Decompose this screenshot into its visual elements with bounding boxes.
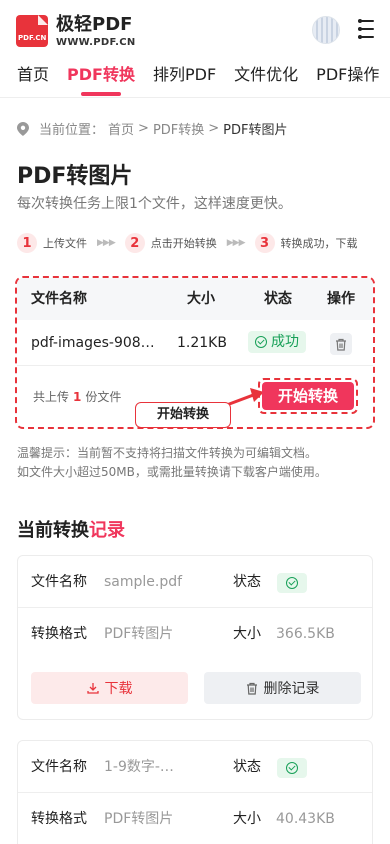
record-row: 转换格式 PDF转图片 大小 366.5KB (18, 608, 372, 660)
record-card: 文件名称 sample.pdf 状态 转换格式 PDF转图片 大小 366.5K… (17, 555, 373, 720)
check-icon (255, 336, 267, 348)
tab-arrange-pdf[interactable]: 排列PDF (153, 62, 216, 97)
col-status: 状态 (264, 291, 292, 307)
status-text: 成功 (271, 334, 299, 350)
brand-name: 极轻PDF (56, 13, 133, 35)
record-row: 文件名称 sample.pdf 状态 (18, 556, 372, 608)
col-filename: 文件名称 (31, 291, 87, 307)
breadcrumb-sep: > (138, 121, 149, 136)
status-badge: 成功 (248, 331, 306, 353)
header: PDF.CN 极轻PDF WWW.PDF.CN (0, 0, 390, 62)
label-filename: 文件名称 (31, 759, 87, 775)
label-format: 转换格式 (31, 811, 87, 827)
upload-count-prefix: 共上传 (33, 390, 70, 404)
records-title-main: 当前转换 (17, 520, 89, 541)
logo-text: PDF.CN (18, 34, 47, 42)
delete-file-button[interactable] (330, 333, 352, 355)
step-number: 2 (124, 233, 145, 253)
breadcrumb-sep: > (208, 121, 220, 136)
download-icon (86, 683, 99, 694)
trash-icon (246, 682, 257, 695)
location-pin-icon (17, 121, 29, 136)
file-table-row: pdf-images-908… 1.21KB 成功 (17, 320, 373, 366)
start-button-highlight: 开始转换 (258, 378, 358, 414)
notice-line: 温馨提示：当前暂不支持将扫描文件转换为可编辑文档。 (17, 446, 318, 460)
download-label: 下载 (104, 681, 133, 697)
file-size: 1.21KB (177, 335, 227, 351)
tab-file-optimize[interactable]: 文件优化 (234, 62, 298, 97)
breadcrumb-current: PDF转图片 (223, 123, 288, 138)
label-status: 状态 (233, 574, 261, 590)
record-format: PDF转图片 (104, 626, 174, 642)
check-icon (286, 577, 298, 589)
tab-home[interactable]: 首页 (17, 62, 49, 97)
file-table-header: 文件名称 大小 状态 操作 (17, 278, 373, 320)
label-size: 大小 (233, 626, 261, 642)
label-filename: 文件名称 (31, 574, 87, 590)
records-title-highlight: 记录 (89, 520, 125, 541)
notice: 温馨提示：当前暂不支持将扫描文件转换为可编辑文档。 如文件大小超过50MB，或需… (17, 444, 327, 482)
breadcrumb-section[interactable]: PDF转换 (153, 119, 204, 138)
records-title: 当前转换记录 (17, 516, 125, 542)
start-convert-button[interactable]: 开始转换 (262, 382, 354, 410)
tab-pdf-convert[interactable]: PDF转换 (67, 62, 135, 97)
tip-callout: 开始转换 (135, 402, 231, 428)
step-label: 上传文件 (43, 237, 87, 250)
page-subtitle: 每次转换任务上限1个文件，这样速度更快。 (17, 196, 292, 212)
download-button[interactable]: 下载 (31, 672, 188, 704)
brand-url: WWW.PDF.CN (56, 36, 136, 48)
record-size: 40.43KB (276, 811, 335, 827)
breadcrumb-home[interactable]: 首页 (108, 119, 134, 138)
label-status: 状态 (233, 759, 261, 775)
main-nav: 首页 PDF转换 排列PDF 文件优化 PDF操作 (0, 62, 390, 98)
file-name: pdf-images-908… (31, 335, 155, 351)
label-size: 大小 (233, 811, 261, 827)
trash-icon (336, 338, 346, 351)
record-size: 366.5KB (276, 626, 335, 642)
record-row: 转换格式 PDF转图片 大小 40.43KB (18, 793, 372, 844)
avatar[interactable] (312, 16, 340, 44)
steps: 1 上传文件 ▶▶▶ 2 点击开始转换 ▶▶▶ 3 转换成功，下载 (17, 233, 377, 253)
upload-panel: 文件名称 大小 状态 操作 pdf-images-908… 1.21KB 成功 … (15, 276, 375, 429)
delete-record-label: 删除记录 (263, 681, 320, 697)
status-badge (277, 573, 307, 593)
step-arrows-icon: ▶▶▶ (226, 238, 246, 248)
delete-record-button[interactable]: 删除记录 (204, 672, 361, 704)
record-format: PDF转图片 (104, 811, 174, 827)
upload-count-suffix: 份文件 (85, 390, 122, 404)
breadcrumb: 当前位置： 首页 > PDF转换 > PDF转图片 (17, 119, 292, 138)
record-filename: 1-9数字-… (104, 759, 174, 775)
notice-line: 如文件大小超过50MB，或需批量转换请下载客户端使用。 (17, 465, 327, 479)
step-arrows-icon: ▶▶▶ (97, 238, 116, 248)
record-filename: sample.pdf (104, 574, 183, 590)
check-icon (286, 762, 298, 774)
upload-count-value: 1 (73, 390, 82, 404)
step-number: 1 (17, 233, 37, 253)
step-label: 点击开始转换 (150, 237, 217, 250)
col-action: 操作 (327, 291, 355, 307)
step-label: 转换成功，下载 (280, 237, 358, 250)
logo-fold (38, 15, 48, 25)
logo[interactable]: PDF.CN (16, 15, 48, 47)
menu-icon[interactable] (352, 19, 374, 39)
breadcrumb-prefix: 当前位置： (39, 123, 105, 138)
label-format: 转换格式 (31, 626, 87, 642)
status-badge (277, 758, 307, 778)
col-size: 大小 (187, 291, 215, 307)
tab-pdf-operations[interactable]: PDF操作 (316, 62, 379, 97)
page-title: PDF转图片 (17, 164, 133, 189)
record-card: 文件名称 1-9数字-… 状态 转换格式 PDF转图片 大小 40.43KB (17, 740, 373, 844)
step-number: 3 (254, 233, 275, 253)
upload-count: 共上传 1 份文件 (33, 388, 121, 405)
record-row: 文件名称 1-9数字-… 状态 (18, 741, 372, 793)
brand[interactable]: 极轻PDF WWW.PDF.CN (56, 13, 136, 48)
